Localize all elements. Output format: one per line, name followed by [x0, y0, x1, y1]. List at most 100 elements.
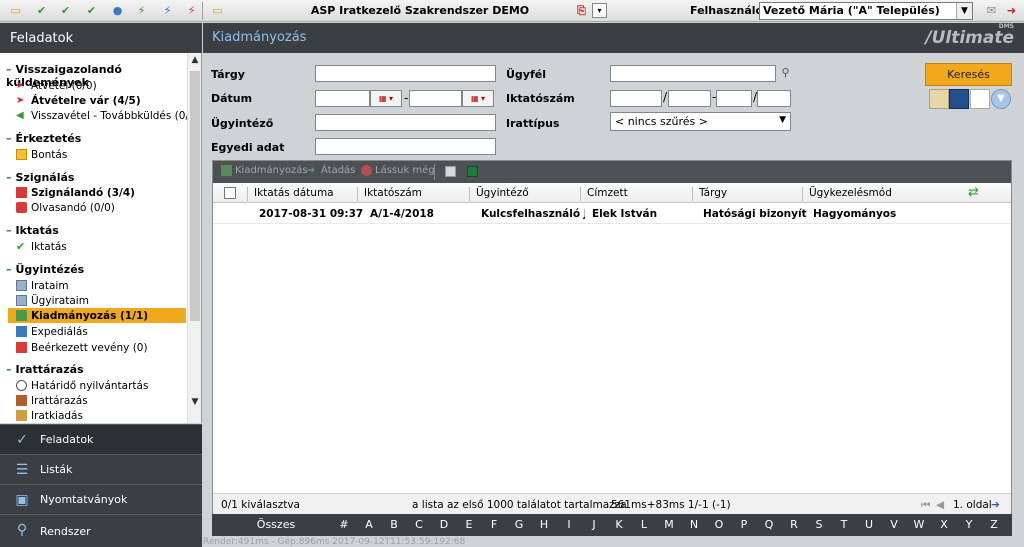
sidebar-item-bontas[interactable]: Bontás: [16, 147, 186, 162]
column-cimzett[interactable]: Címzett: [580, 187, 628, 201]
alpha-y[interactable]: Y: [962, 518, 976, 531]
new-document-icon[interactable]: [970, 89, 990, 109]
sidebar-item-beerkezett-veveny[interactable]: Beérkezett vevény (0): [16, 340, 186, 355]
scroll-thumb[interactable]: [190, 71, 200, 321]
lightning-green-icon[interactable]: ⚡: [134, 3, 149, 18]
sidebar-scrollbar[interactable]: ▲ ▼: [187, 53, 201, 423]
print-button[interactable]: [445, 166, 459, 177]
alpha-v[interactable]: V: [887, 518, 901, 531]
excel-button[interactable]: [467, 166, 481, 177]
sidebar-item-irattarazas[interactable]: Irattárazás: [16, 393, 186, 408]
logout-icon[interactable]: ➜: [1004, 3, 1019, 18]
alpha-h[interactable]: H: [537, 518, 551, 531]
lightning-blue-icon[interactable]: ⚡: [160, 3, 175, 18]
column-iktatoszam[interactable]: Iktatószám: [357, 187, 422, 201]
sidebar-item-szignalando[interactable]: Szignálandó (3/4): [16, 185, 186, 200]
user-select[interactable]: Vezető Mária ("A" Település) ▼: [759, 2, 973, 20]
search-button[interactable]: Keresés: [925, 63, 1012, 86]
column-iktatas-datuma[interactable]: Iktatás dátuma: [247, 187, 334, 201]
nav-feladatok[interactable]: ✓ Feladatok: [0, 424, 202, 454]
chevron-up-icon[interactable]: ▲: [188, 55, 201, 69]
alpha-o[interactable]: O: [712, 518, 726, 531]
alpha-x[interactable]: X: [937, 518, 951, 531]
datum-to-input[interactable]: [409, 90, 462, 107]
alpha-a[interactable]: A: [362, 518, 376, 531]
document-alert-icon[interactable]: ⎘: [574, 3, 589, 18]
column-ugyintezo[interactable]: Ügyintéző: [469, 187, 529, 201]
section-erkeztetes[interactable]: Érkeztetés: [6, 132, 82, 145]
sidebar-item-atvetelre-var[interactable]: ➤ Átvételre vár (4/5): [16, 93, 186, 108]
column-targy[interactable]: Tárgy: [692, 187, 727, 201]
sidebar-item-iktatas[interactable]: ✔ Iktatás: [16, 239, 186, 254]
alpha-n[interactable]: N: [687, 518, 701, 531]
section-szignalas[interactable]: Szignálás: [6, 171, 75, 184]
egyedi-input[interactable]: [315, 138, 496, 155]
iktatoszam-input-4[interactable]: [757, 90, 791, 107]
alpha-u[interactable]: U: [862, 518, 876, 531]
mail-grey-icon[interactable]: ✉: [984, 3, 999, 18]
section-iktatas[interactable]: Iktatás: [6, 224, 59, 237]
irattipus-select[interactable]: < nincs szűrés > ▼: [610, 112, 791, 131]
iktatoszam-input-2[interactable]: [668, 90, 711, 107]
check-icon[interactable]: ✔: [34, 3, 49, 18]
calendar-from-icon[interactable]: ▦ ▾: [370, 90, 402, 107]
iktatoszam-input-1[interactable]: [610, 90, 662, 107]
sidebar-item-irataim[interactable]: Irataim: [16, 278, 186, 293]
alpha-l[interactable]: L: [637, 518, 651, 531]
datum-from-input[interactable]: [315, 90, 370, 107]
ugyfel-input[interactable]: [610, 65, 776, 82]
alpha-all[interactable]: Összes: [256, 518, 296, 531]
column-ugykezelesmod[interactable]: Ügykezelésmód: [802, 187, 892, 201]
alpha-w[interactable]: W: [912, 518, 926, 531]
mail-icon[interactable]: ▭: [8, 3, 23, 18]
alpha-e[interactable]: E: [462, 518, 476, 531]
users-icon[interactable]: ●: [110, 3, 125, 18]
section-ugyintezes[interactable]: Ügyintézés: [6, 263, 85, 276]
next-page-icon[interactable]: ➔: [991, 499, 1000, 511]
lightning-red-icon[interactable]: ⚡: [184, 3, 199, 18]
menu-dropdown-icon[interactable]: ▾: [592, 3, 607, 18]
alpha-t[interactable]: T: [837, 518, 851, 531]
lassuk-meg-button[interactable]: Lássuk még: [361, 165, 435, 176]
folder-icon[interactable]: [929, 89, 949, 109]
sidebar-item-kiadmanyozas[interactable]: Kiadmányozás (1/1): [8, 308, 186, 323]
double-check-icon[interactable]: ✔: [58, 3, 73, 18]
sidebar-item-atvetel[interactable]: ➤ Átvétel (0/0): [16, 78, 186, 93]
sidebar-item-visszavetel[interactable]: ◀ Visszavétel - Továbbküldés (0/0): [16, 108, 200, 123]
sidebar-item-hatarido[interactable]: Határidő nyilvántartás: [16, 378, 186, 393]
alpha-z[interactable]: Z: [987, 518, 1001, 531]
sidebar-item-olvasando[interactable]: Olvasandó (0/0): [16, 200, 186, 215]
first-page-icon[interactable]: ⏮: [921, 499, 930, 512]
targy-input[interactable]: [315, 65, 496, 82]
ugyintezo-input[interactable]: [315, 114, 496, 131]
alpha-k[interactable]: K: [612, 518, 626, 531]
check-list-icon[interactable]: ✔: [84, 3, 99, 18]
chevron-down-circle-icon[interactable]: ▼: [991, 89, 1011, 109]
nav-listak[interactable]: ☰ Listák: [0, 454, 202, 484]
envelope-icon[interactable]: ▭: [210, 3, 225, 18]
alpha-j[interactable]: J: [587, 518, 601, 531]
calendar-to-icon[interactable]: ▦ ▾: [462, 90, 494, 107]
alpha-m[interactable]: M: [662, 518, 676, 531]
atadas-button[interactable]: ➔ Átadás: [307, 165, 355, 176]
sidebar-item-iratkiadas[interactable]: Iratkiadás: [16, 408, 186, 423]
alpha-q[interactable]: Q: [762, 518, 776, 531]
nav-rendszer[interactable]: ⚲ Rendszer: [0, 514, 202, 547]
iktatoszam-input-3[interactable]: [716, 90, 752, 107]
alpha-f[interactable]: F: [487, 518, 501, 531]
prev-page-icon[interactable]: ◀: [936, 499, 944, 511]
table-row[interactable]: 2017-08-31 09:37 A/1-4/2018 Kulcsfelhasz…: [213, 204, 1011, 224]
refresh-icon[interactable]: ⇄: [968, 185, 979, 200]
alpha-hash[interactable]: #: [337, 518, 351, 531]
select-all-checkbox[interactable]: [224, 187, 236, 199]
kiadmanyozas-button[interactable]: Kiadmányozás: [221, 165, 308, 176]
alpha-b[interactable]: B: [387, 518, 401, 531]
alpha-i[interactable]: I: [562, 518, 576, 531]
save-icon[interactable]: [949, 89, 969, 109]
alpha-d[interactable]: D: [437, 518, 451, 531]
search-icon[interactable]: ⚲: [778, 65, 793, 80]
alpha-p[interactable]: P: [737, 518, 751, 531]
sidebar-item-expedialas[interactable]: Expediálás: [16, 324, 186, 339]
alpha-c[interactable]: C: [412, 518, 426, 531]
alpha-r[interactable]: R: [787, 518, 801, 531]
